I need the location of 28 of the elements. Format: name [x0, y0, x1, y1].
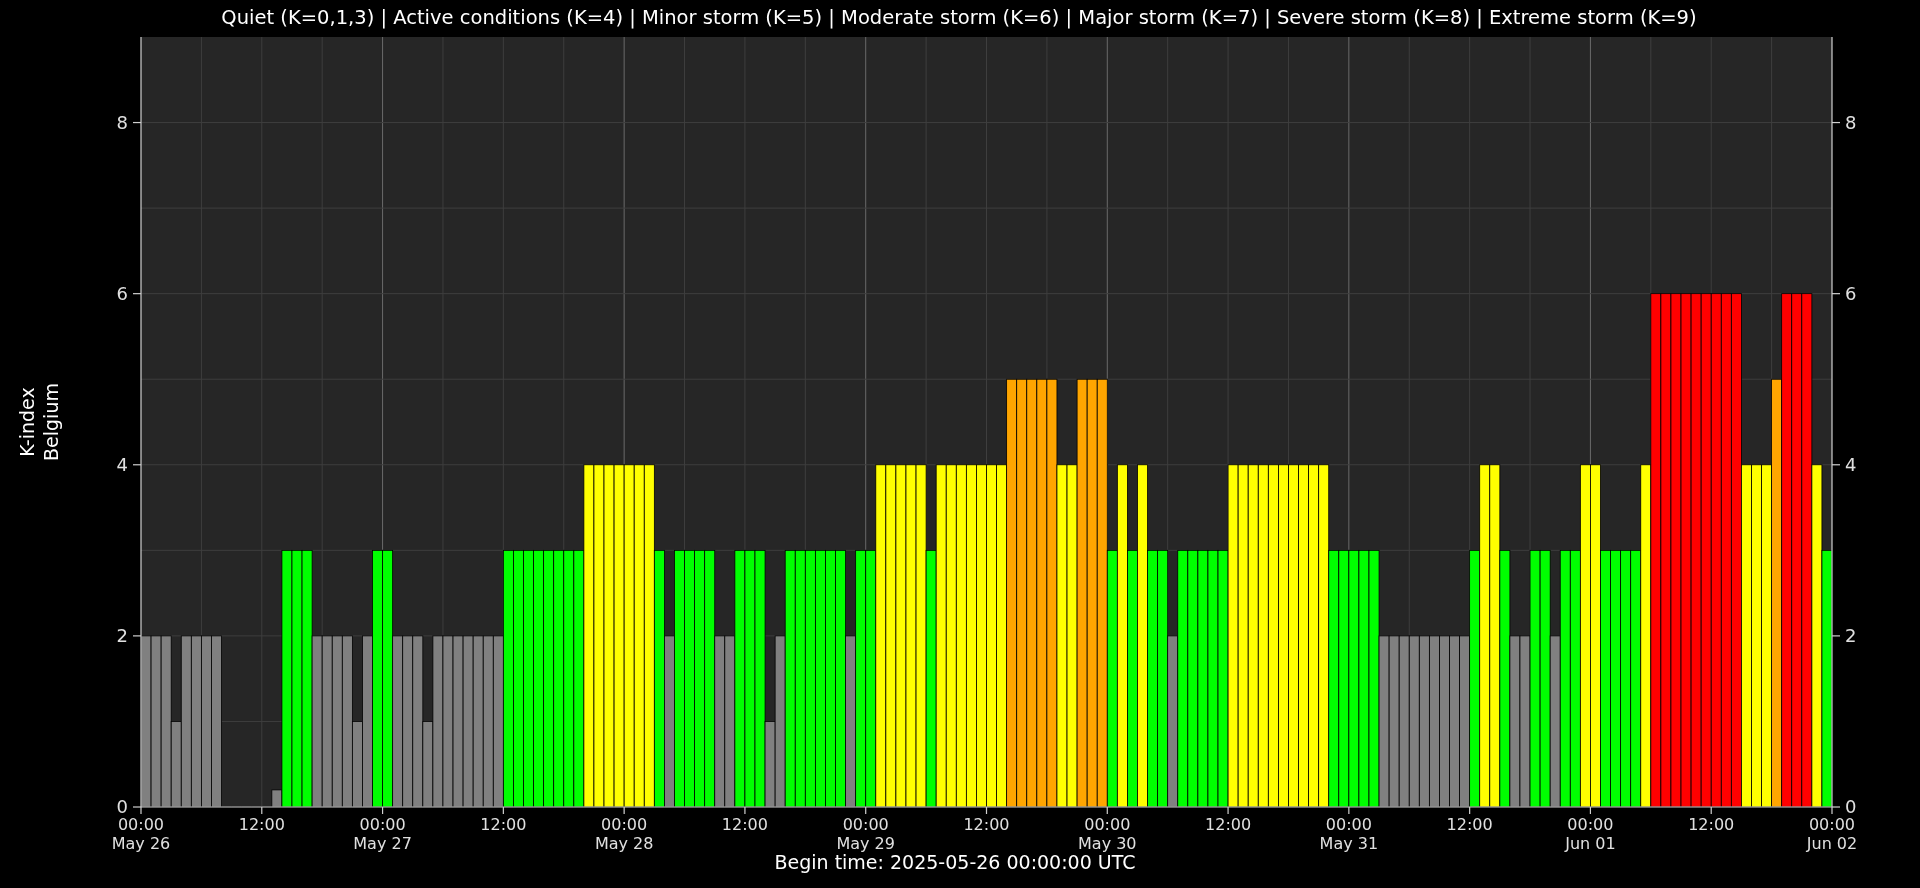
axis-tick-label: 8: [116, 111, 128, 133]
axis-tick-label: 4: [1845, 453, 1857, 475]
axis-label: Begin time: 2025-05-26 00:00:00 UTC: [774, 851, 1136, 873]
axis-tick-label: 2: [1845, 624, 1857, 646]
chart-title: Quiet (K=0,1,3) | Active conditions (K=4) | Minor storm (K=5) | Moderate storm (K=6) | Major storm (K=7) | Severe storm (K=8) | Extreme storm (K=9): [221, 6, 1697, 29]
axis-tick-label: 0: [1845, 796, 1857, 817]
axis-tick-label: 12:00: [238, 815, 285, 834]
axis-tick-label: 12:00: [480, 815, 527, 834]
axis-tick-label: 12:00: [1446, 815, 1493, 834]
axis-tick-label: 00:00 May 27: [353, 815, 412, 853]
axis-tick-label: 2: [116, 624, 128, 646]
axis-tick-label: 12:00: [1205, 815, 1252, 834]
axis-tick-label: 00:00 May 26: [111, 815, 171, 853]
axis-tick-label: 12:00: [963, 815, 1010, 834]
axis-tick-label: 00:00 May 28: [594, 815, 654, 853]
axis-tick-label: 12:00: [1688, 815, 1735, 834]
axis-tick-label: 8: [1845, 111, 1857, 133]
axis-tick-label: 6: [1845, 282, 1857, 304]
axis-tick-label: 00:00 Jun 01: [1565, 815, 1616, 853]
axis-tick-label: 0: [116, 796, 128, 817]
axis-tick-label: 00:00 May 29: [836, 815, 895, 853]
axis-label: K-index Belgium: [16, 383, 62, 461]
axis-tick-label: 00:00 May 30: [1078, 815, 1137, 853]
axis-tick-label: 4: [116, 453, 128, 475]
axis-tick-label: 6: [116, 282, 128, 304]
axis-tick-label: 00:00 May 31: [1319, 815, 1379, 853]
axis-tick-label: 12:00: [721, 815, 768, 834]
axis-tick-label: 00:00 Jun 02: [1806, 815, 1858, 853]
